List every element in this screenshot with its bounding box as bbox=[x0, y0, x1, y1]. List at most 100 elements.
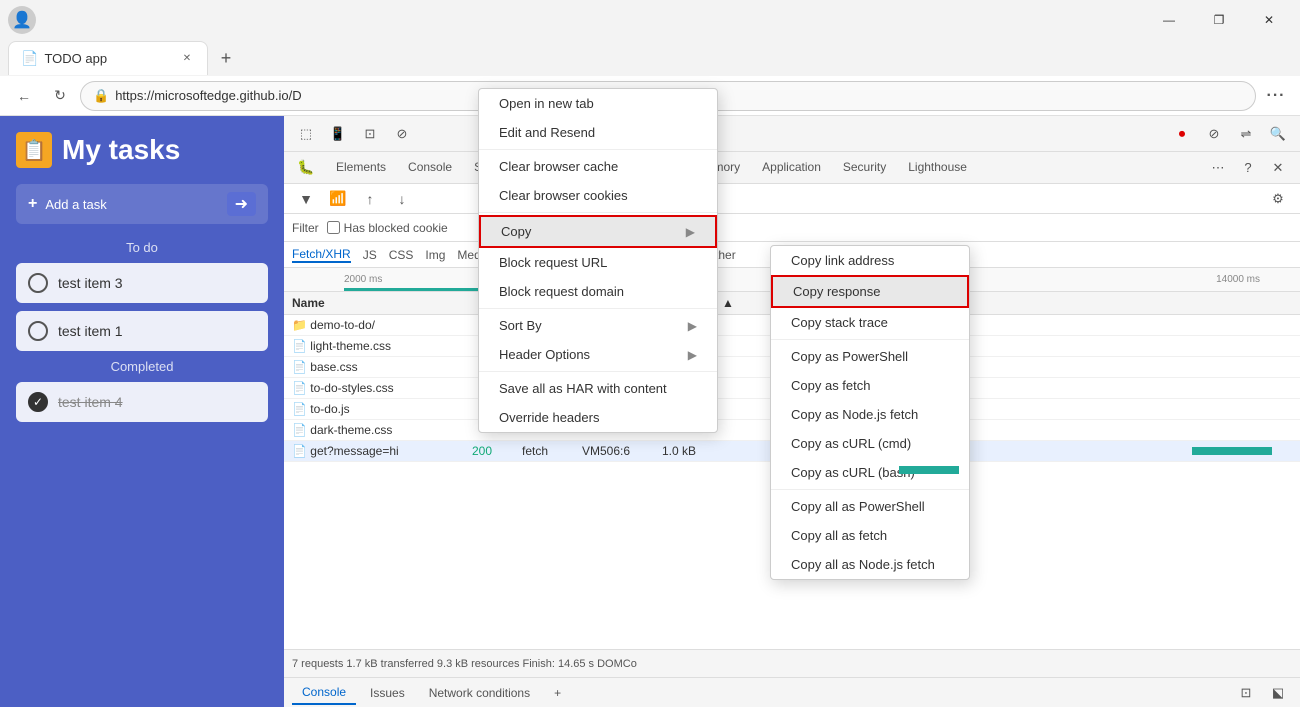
divider-1 bbox=[479, 149, 717, 150]
file-name-5: 📄 dark-theme.css bbox=[292, 423, 472, 437]
context-menu-header-options[interactable]: Header Options ▶ bbox=[479, 340, 717, 369]
todo-header: 📋 My tasks bbox=[16, 132, 268, 168]
blocked-cookie-label: Has blocked cookie bbox=[344, 221, 448, 235]
context-menu-edit-resend[interactable]: Edit and Resend bbox=[479, 118, 717, 147]
submenu-copy-stack-trace[interactable]: Copy stack trace bbox=[771, 308, 969, 337]
context-menu-header-options-label: Header Options bbox=[499, 347, 590, 362]
more-tabs-btn[interactable]: ⋯ bbox=[1204, 154, 1232, 182]
submenu-copy-as-curl-bash[interactable]: Copy as cURL (bash) bbox=[771, 458, 969, 487]
context-menu-open-new-tab[interactable]: Open in new tab bbox=[479, 89, 717, 118]
add-task-button[interactable]: + Add a task ➜ bbox=[16, 184, 268, 224]
tab-close-button[interactable]: ✕ bbox=[179, 51, 195, 67]
tab-application[interactable]: Application bbox=[752, 156, 831, 180]
context-menu-clear-cache-label: Clear browser cache bbox=[499, 159, 618, 174]
restore-button[interactable]: ❐ bbox=[1196, 4, 1242, 36]
devtools-footer: 7 requests 1.7 kB transferred 9.3 kB res… bbox=[284, 649, 1300, 677]
todo-title: My tasks bbox=[62, 134, 180, 166]
context-menu-block-url[interactable]: Block request URL bbox=[479, 248, 717, 277]
blocked-cookie-checkbox[interactable] bbox=[327, 221, 340, 234]
bottom-tab-network-conditions[interactable]: Network conditions bbox=[419, 682, 540, 704]
context-menu-block-url-label: Block request URL bbox=[499, 255, 607, 270]
bottom-tab-console[interactable]: Console bbox=[292, 681, 356, 705]
clear-btn[interactable]: ⊘ bbox=[1200, 120, 1228, 148]
tab-lighthouse[interactable]: Lighthouse bbox=[898, 156, 977, 180]
detach-icon[interactable]: ⊡ bbox=[1232, 679, 1260, 707]
type-filter-fetch-xhr[interactable]: Fetch/XHR bbox=[292, 247, 351, 263]
submenu-copy-all-powershell[interactable]: Copy all as PowerShell bbox=[771, 492, 969, 521]
submenu-copy-as-fetch[interactable]: Copy as fetch bbox=[771, 371, 969, 400]
tab-favicon: 📄 bbox=[21, 50, 38, 67]
todo-icon: 📋 bbox=[16, 132, 52, 168]
context-menu-clear-cookies[interactable]: Clear browser cookies bbox=[479, 181, 717, 210]
file-name-0: 📁 demo-to-do/ bbox=[292, 318, 472, 332]
has-blocked-cookie-filter[interactable]: Has blocked cookie bbox=[327, 221, 448, 235]
file-name-4: 📄 to-do.js bbox=[292, 402, 472, 416]
context-menu-block-domain[interactable]: Block request domain bbox=[479, 277, 717, 306]
task-checkbox-4[interactable]: ✓ bbox=[28, 392, 48, 412]
active-tab[interactable]: 📄 TODO app ✕ bbox=[8, 41, 208, 75]
submenu-copy-response[interactable]: Copy response bbox=[771, 275, 969, 308]
task-item-1[interactable]: test item 1 bbox=[16, 311, 268, 351]
record-network-btn[interactable]: ▼ bbox=[292, 185, 320, 213]
device-emulation-btn[interactable]: 📱 bbox=[324, 120, 352, 148]
settings-btn-2[interactable]: ⊘ bbox=[388, 120, 416, 148]
context-menu-header-options-arrow: ▶ bbox=[688, 348, 697, 362]
console-drawer-btn[interactable]: ⊡ bbox=[356, 120, 384, 148]
context-menu[interactable]: Open in new tab Edit and Resend Clear br… bbox=[478, 88, 718, 433]
tab-elements[interactable]: Elements bbox=[326, 156, 396, 180]
clear-log-btn[interactable]: ↑ bbox=[356, 185, 384, 213]
context-menu-save-har[interactable]: Save all as HAR with content bbox=[479, 374, 717, 403]
task-item-4[interactable]: ✓ test item 4 bbox=[16, 382, 268, 422]
search-btn[interactable]: 🔍 bbox=[1264, 120, 1292, 148]
tab-security[interactable]: Security bbox=[833, 156, 896, 180]
user-icon: 👤 bbox=[8, 6, 36, 34]
todo-sidebar: 📋 My tasks + Add a task ➜ To do test ite… bbox=[0, 116, 284, 707]
submenu-copy-as-curl-cmd[interactable]: Copy as cURL (cmd) bbox=[771, 429, 969, 458]
context-menu-sort-by-arrow: ▶ bbox=[688, 319, 697, 333]
bottom-tab-issues[interactable]: Issues bbox=[360, 682, 415, 704]
submenu-copy-all-fetch[interactable]: Copy all as fetch bbox=[771, 521, 969, 550]
context-menu-copy[interactable]: Copy ▶ bbox=[479, 215, 717, 248]
close-devtools-btn[interactable]: ✕ bbox=[1264, 154, 1292, 182]
file-name-2: 📄 base.css bbox=[292, 360, 472, 374]
curl-bash-bar bbox=[899, 466, 959, 474]
more-button[interactable]: ··· bbox=[1260, 80, 1292, 112]
completed-section-label: Completed bbox=[16, 359, 268, 374]
type-filter-img[interactable]: Img bbox=[425, 248, 445, 262]
tab-console[interactable]: Console bbox=[398, 156, 462, 180]
close-button[interactable]: ✕ bbox=[1246, 4, 1292, 36]
record-btn[interactable]: ⏺ bbox=[1168, 120, 1196, 148]
file-name-1: 📄 light-theme.css bbox=[292, 339, 472, 353]
submenu-copy-all-nodejs-fetch[interactable]: Copy all as Node.js fetch bbox=[771, 550, 969, 579]
context-menu-override-headers[interactable]: Override headers bbox=[479, 403, 717, 432]
task-text-3: test item 3 bbox=[58, 275, 123, 291]
submenu-copy-link-address[interactable]: Copy link address bbox=[771, 246, 969, 275]
submenu-copy-as-powershell[interactable]: Copy as PowerShell bbox=[771, 342, 969, 371]
file-name-6: 📄 get?message=hi bbox=[292, 444, 472, 458]
task-item-3[interactable]: test item 3 bbox=[16, 263, 268, 303]
copy-submenu[interactable]: Copy link address Copy response Copy sta… bbox=[770, 245, 970, 580]
type-filter-js[interactable]: JS bbox=[363, 248, 377, 262]
context-menu-open-new-tab-label: Open in new tab bbox=[499, 96, 594, 111]
preserve-log-btn[interactable]: 📶 bbox=[324, 185, 352, 213]
minimize-button[interactable]: — bbox=[1146, 4, 1192, 36]
divider-4 bbox=[479, 371, 717, 372]
type-filter-css[interactable]: CSS bbox=[389, 248, 414, 262]
col-header-name: Name bbox=[292, 296, 472, 310]
settings-icon[interactable]: ⚙ bbox=[1264, 185, 1292, 213]
task-checkbox-1[interactable] bbox=[28, 321, 48, 341]
submenu-copy-as-nodejs-fetch[interactable]: Copy as Node.js fetch bbox=[771, 400, 969, 429]
new-tab-button[interactable]: + bbox=[212, 44, 240, 72]
import-har-btn[interactable]: ↓ bbox=[388, 185, 416, 213]
dock-icon[interactable]: ⬕ bbox=[1264, 679, 1292, 707]
filter-btn[interactable]: ⇌ bbox=[1232, 120, 1260, 148]
task-checkbox-3[interactable] bbox=[28, 273, 48, 293]
help-btn[interactable]: ? bbox=[1234, 154, 1262, 182]
back-button[interactable]: ← bbox=[8, 80, 40, 112]
context-menu-sort-by[interactable]: Sort By ▶ bbox=[479, 311, 717, 340]
file-initiator-6: VM506:6 bbox=[582, 444, 662, 458]
context-menu-clear-cache[interactable]: Clear browser cache bbox=[479, 152, 717, 181]
refresh-button[interactable]: ↻ bbox=[44, 80, 76, 112]
bottom-tab-add[interactable]: + bbox=[544, 682, 571, 704]
inspect-element-btn[interactable]: ⬚ bbox=[292, 120, 320, 148]
